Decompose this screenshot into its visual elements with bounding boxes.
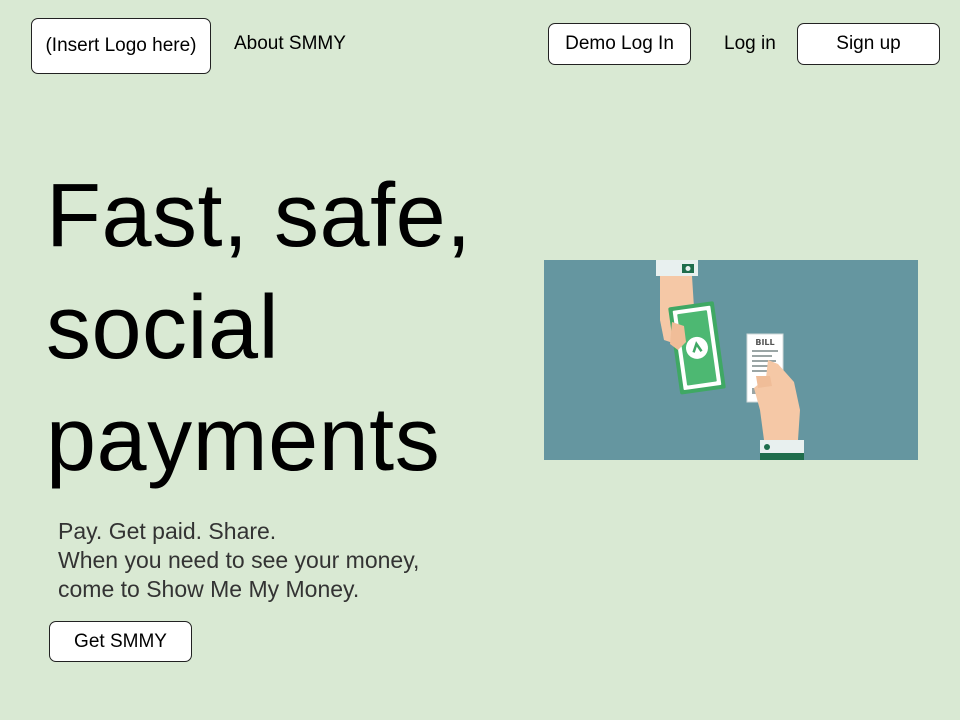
login-link[interactable]: Log in — [724, 33, 776, 55]
signup-label: Sign up — [836, 33, 901, 54]
get-smmy-label: Get SMMY — [74, 630, 167, 652]
demo-login-button[interactable]: Demo Log In — [548, 23, 691, 65]
demo-login-label: Demo Log In — [565, 33, 674, 54]
headline-line: payments — [46, 390, 441, 490]
about-link[interactable]: About SMMY — [234, 33, 346, 55]
tagline-line: come to Show Me My Money. — [58, 576, 360, 602]
headline-line: Fast, safe, — [46, 166, 472, 266]
tagline-line: Pay. Get paid. Share. — [58, 518, 277, 544]
illustration-background — [544, 260, 918, 460]
cash-payment-illustration: BILL — [544, 260, 918, 460]
tagline-line: When you need to see your money, — [58, 547, 420, 573]
get-smmy-button[interactable]: Get SMMY — [49, 621, 192, 662]
logo-placeholder[interactable]: (Insert Logo here) — [31, 18, 211, 74]
signup-button[interactable]: Sign up — [797, 23, 940, 65]
logo-label: (Insert Logo here) — [45, 35, 197, 56]
hero-headline: Fast, safe, social payments — [46, 160, 516, 496]
bill-label: BILL — [755, 338, 774, 347]
hero-tagline: Pay. Get paid. Share. When you need to s… — [58, 517, 419, 604]
headline-line: social — [46, 278, 280, 378]
